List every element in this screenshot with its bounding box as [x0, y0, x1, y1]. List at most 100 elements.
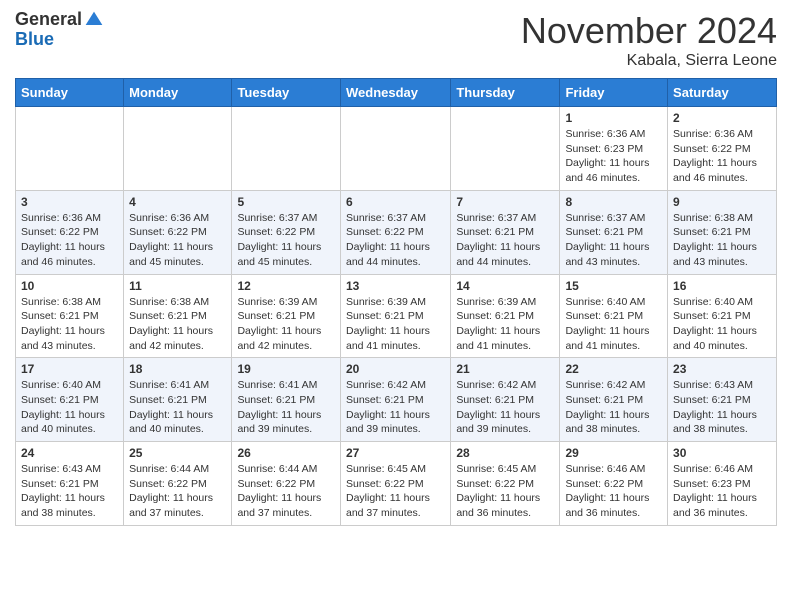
- page: General Blue November 2024 Kabala, Sierr…: [0, 0, 792, 536]
- day-number: 4: [129, 195, 226, 209]
- day-number: 25: [129, 446, 226, 460]
- day-number: 5: [237, 195, 335, 209]
- calendar-cell: 26Sunrise: 6:44 AM Sunset: 6:22 PM Dayli…: [232, 442, 341, 526]
- calendar-cell: [124, 107, 232, 191]
- calendar-cell: 4 Sunrise: 6:36 AM Sunset: 6:22 PM Daylig…: [124, 190, 232, 274]
- day-number: 14: [456, 279, 554, 293]
- calendar-cell: [340, 107, 450, 191]
- month-title: November 2024: [521, 10, 777, 52]
- day-info: Sunrise: 6:36 AM Sunset: 6:22 PM Dayligh…: [21, 211, 118, 270]
- calendar-cell: 5 Sunrise: 6:37 AM Sunset: 6:22 PM Daylig…: [232, 190, 341, 274]
- day-number: 18: [129, 362, 226, 376]
- day-info: Sunrise: 6:39 AM Sunset: 6:21 PM Dayligh…: [456, 295, 554, 354]
- day-number: 13: [346, 279, 445, 293]
- day-number: 16: [673, 279, 771, 293]
- day-number: 27: [346, 446, 445, 460]
- day-info: Sunrise: 6:39 AM Sunset: 6:21 PM Dayligh…: [237, 295, 335, 354]
- day-number: 11: [129, 279, 226, 293]
- weekday-header: Wednesday: [340, 79, 450, 107]
- calendar-cell: 28 Sunrise: 6:45 AM Sunset: 6:22 PM Dayli…: [451, 442, 560, 526]
- day-number: 12: [237, 279, 335, 293]
- day-info: Sunrise: 6:36 AM Sunset: 6:22 PM Dayligh…: [673, 127, 771, 186]
- calendar-cell: 9Sunrise: 6:38 AM Sunset: 6:21 PM Daylig…: [668, 190, 777, 274]
- calendar-cell: 20Sunrise: 6:42 AM Sunset: 6:21 PM Dayli…: [340, 358, 450, 442]
- day-info: Sunrise: 6:40 AM Sunset: 6:21 PM Dayligh…: [673, 295, 771, 354]
- calendar-cell: 27 Sunrise: 6:45 AM Sunset: 6:22 PM Dayli…: [340, 442, 450, 526]
- day-info: Sunrise: 6:38 AM Sunset: 6:21 PM Dayligh…: [129, 295, 226, 354]
- day-number: 24: [21, 446, 118, 460]
- day-number: 21: [456, 362, 554, 376]
- day-info: Sunrise: 6:38 AM Sunset: 6:21 PM Dayligh…: [673, 211, 771, 270]
- calendar-cell: 21 Sunrise: 6:42 AM Sunset: 6:21 PM Dayli…: [451, 358, 560, 442]
- day-info: Sunrise: 6:40 AM Sunset: 6:21 PM Dayligh…: [21, 378, 118, 437]
- day-info: Sunrise: 6:37 AM Sunset: 6:22 PM Dayligh…: [237, 211, 335, 270]
- calendar-week-row: 24Sunrise: 6:43 AM Sunset: 6:21 PM Dayli…: [16, 442, 777, 526]
- calendar-header-row: SundayMondayTuesdayWednesdayThursdayFrid…: [16, 79, 777, 107]
- weekday-header: Thursday: [451, 79, 560, 107]
- day-info: Sunrise: 6:45 AM Sunset: 6:22 PM Dayligh…: [456, 462, 554, 521]
- day-number: 17: [21, 362, 118, 376]
- day-number: 28: [456, 446, 554, 460]
- day-info: Sunrise: 6:40 AM Sunset: 6:21 PM Dayligh…: [565, 295, 662, 354]
- calendar-table: SundayMondayTuesdayWednesdayThursdayFrid…: [15, 78, 777, 526]
- day-info: Sunrise: 6:37 AM Sunset: 6:21 PM Dayligh…: [456, 211, 554, 270]
- calendar-cell: 8 Sunrise: 6:37 AM Sunset: 6:21 PM Daylig…: [560, 190, 668, 274]
- day-number: 29: [565, 446, 662, 460]
- weekday-header: Tuesday: [232, 79, 341, 107]
- weekday-header: Monday: [124, 79, 232, 107]
- day-info: Sunrise: 6:38 AM Sunset: 6:21 PM Dayligh…: [21, 295, 118, 354]
- day-number: 7: [456, 195, 554, 209]
- day-info: Sunrise: 6:44 AM Sunset: 6:22 PM Dayligh…: [237, 462, 335, 521]
- calendar-cell: 14 Sunrise: 6:39 AM Sunset: 6:21 PM Dayli…: [451, 274, 560, 358]
- location: Kabala, Sierra Leone: [521, 52, 777, 70]
- day-info: Sunrise: 6:45 AM Sunset: 6:22 PM Dayligh…: [346, 462, 445, 521]
- day-number: 19: [237, 362, 335, 376]
- day-info: Sunrise: 6:41 AM Sunset: 6:21 PM Dayligh…: [237, 378, 335, 437]
- calendar-cell: 15 Sunrise: 6:40 AM Sunset: 6:21 PM Dayli…: [560, 274, 668, 358]
- calendar-cell: 13 Sunrise: 6:39 AM Sunset: 6:21 PM Dayli…: [340, 274, 450, 358]
- calendar-cell: 6 Sunrise: 6:37 AM Sunset: 6:22 PM Daylig…: [340, 190, 450, 274]
- calendar-cell: 3 Sunrise: 6:36 AM Sunset: 6:22 PM Daylig…: [16, 190, 124, 274]
- calendar-cell: 30 Sunrise: 6:46 AM Sunset: 6:23 PM Dayli…: [668, 442, 777, 526]
- day-number: 6: [346, 195, 445, 209]
- calendar-cell: [451, 107, 560, 191]
- day-info: Sunrise: 6:42 AM Sunset: 6:21 PM Dayligh…: [456, 378, 554, 437]
- day-number: 10: [21, 279, 118, 293]
- calendar-cell: 11 Sunrise: 6:38 AM Sunset: 6:21 PM Dayli…: [124, 274, 232, 358]
- day-info: Sunrise: 6:36 AM Sunset: 6:22 PM Dayligh…: [129, 211, 226, 270]
- day-number: 2: [673, 111, 771, 125]
- day-info: Sunrise: 6:44 AM Sunset: 6:22 PM Dayligh…: [129, 462, 226, 521]
- weekday-header: Friday: [560, 79, 668, 107]
- day-number: 30: [673, 446, 771, 460]
- weekday-header: Saturday: [668, 79, 777, 107]
- calendar-cell: 16 Sunrise: 6:40 AM Sunset: 6:21 PM Dayli…: [668, 274, 777, 358]
- calendar-cell: 19 Sunrise: 6:41 AM Sunset: 6:21 PM Dayli…: [232, 358, 341, 442]
- calendar-week-row: 17 Sunrise: 6:40 AM Sunset: 6:21 PM Dayli…: [16, 358, 777, 442]
- calendar-cell: 7 Sunrise: 6:37 AM Sunset: 6:21 PM Daylig…: [451, 190, 560, 274]
- logo-general: General: [15, 10, 82, 30]
- day-info: Sunrise: 6:39 AM Sunset: 6:21 PM Dayligh…: [346, 295, 445, 354]
- day-number: 3: [21, 195, 118, 209]
- calendar-cell: 10 Sunrise: 6:38 AM Sunset: 6:21 PM Dayli…: [16, 274, 124, 358]
- day-number: 15: [565, 279, 662, 293]
- calendar-cell: [16, 107, 124, 191]
- day-info: Sunrise: 6:42 AM Sunset: 6:21 PM Dayligh…: [565, 378, 662, 437]
- day-info: Sunrise: 6:43 AM Sunset: 6:21 PM Dayligh…: [673, 378, 771, 437]
- day-info: Sunrise: 6:46 AM Sunset: 6:23 PM Dayligh…: [673, 462, 771, 521]
- logo: General Blue: [15, 10, 104, 50]
- calendar-week-row: 3 Sunrise: 6:36 AM Sunset: 6:22 PM Daylig…: [16, 190, 777, 274]
- header: General Blue November 2024 Kabala, Sierr…: [15, 10, 777, 70]
- day-number: 8: [565, 195, 662, 209]
- calendar-cell: 25 Sunrise: 6:44 AM Sunset: 6:22 PM Dayli…: [124, 442, 232, 526]
- day-info: Sunrise: 6:37 AM Sunset: 6:21 PM Dayligh…: [565, 211, 662, 270]
- day-number: 23: [673, 362, 771, 376]
- day-info: Sunrise: 6:37 AM Sunset: 6:22 PM Dayligh…: [346, 211, 445, 270]
- calendar-cell: 29Sunrise: 6:46 AM Sunset: 6:22 PM Dayli…: [560, 442, 668, 526]
- title-block: November 2024 Kabala, Sierra Leone: [521, 10, 777, 70]
- day-number: 22: [565, 362, 662, 376]
- calendar-week-row: 10 Sunrise: 6:38 AM Sunset: 6:21 PM Dayli…: [16, 274, 777, 358]
- calendar-cell: 1Sunrise: 6:36 AM Sunset: 6:23 PM Daylig…: [560, 107, 668, 191]
- calendar-cell: 24Sunrise: 6:43 AM Sunset: 6:21 PM Dayli…: [16, 442, 124, 526]
- weekday-header: Sunday: [16, 79, 124, 107]
- calendar-cell: 18Sunrise: 6:41 AM Sunset: 6:21 PM Dayli…: [124, 358, 232, 442]
